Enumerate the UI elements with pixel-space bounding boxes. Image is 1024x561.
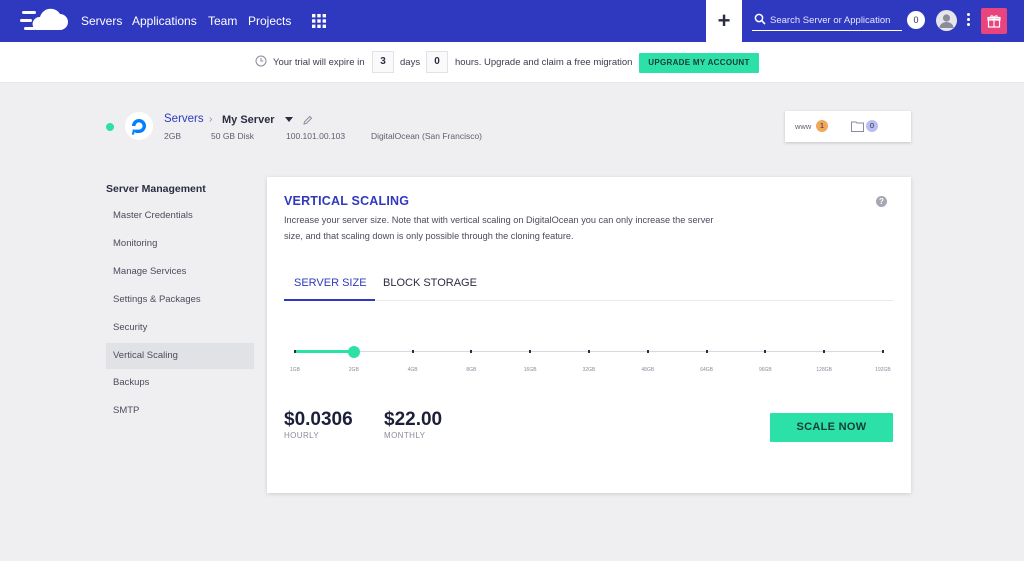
nav-applications[interactable]: Applications <box>132 14 197 28</box>
apps-grid-icon[interactable] <box>312 14 326 28</box>
server-ram: 2GB <box>164 131 182 141</box>
kebab-menu-icon[interactable] <box>967 13 971 29</box>
nav-projects[interactable]: Projects <box>248 14 291 28</box>
tab-server-size[interactable]: SERVER SIZE <box>294 277 367 289</box>
www-count-badge[interactable]: 1 <box>816 120 828 132</box>
slider-tick[interactable] <box>823 350 826 353</box>
sidebar-item-security[interactable]: Security <box>106 315 254 341</box>
pencil-icon[interactable] <box>303 115 313 125</box>
sidebar-item-master-credentials[interactable]: Master Credentials <box>106 203 254 229</box>
slider-size-label: 64GB <box>700 367 713 373</box>
slider-size-label: 48GB <box>641 367 655 373</box>
breadcrumb-separator: › <box>209 114 213 125</box>
card-title: VERTICAL SCALING <box>284 194 410 208</box>
user-icon <box>939 14 954 28</box>
slider-thumb[interactable] <box>347 346 360 358</box>
search-box <box>752 9 902 31</box>
sidebar-item-vertical-scaling[interactable]: Vertical Scaling <box>106 343 254 369</box>
files-count-badge[interactable]: 0 <box>866 120 878 132</box>
slider-size-label: 96GB <box>758 367 772 373</box>
hourly-price: $0.0306 <box>284 409 353 430</box>
sidebar-item-monitoring[interactable]: Monitoring <box>106 231 254 257</box>
slider-size-label: 2GB <box>348 367 359 373</box>
monthly-label: MONTHLY <box>384 431 426 440</box>
www-label: www <box>795 122 812 131</box>
notification-badge[interactable]: 0 <box>907 11 925 29</box>
slider-tick[interactable] <box>646 350 649 353</box>
gift-button[interactable] <box>981 8 1007 34</box>
slider-tick[interactable] <box>764 350 767 353</box>
add-button[interactable]: + <box>706 0 742 42</box>
trial-days-label: days <box>400 57 421 68</box>
card-description: Increase your server size. Note that wit… <box>284 215 714 241</box>
slider-tick[interactable] <box>529 350 532 353</box>
slider-size-label: 192GB <box>875 367 891 373</box>
server-status-dot <box>106 123 114 131</box>
nav-team[interactable]: Team <box>208 14 237 28</box>
sidebar-item-manage-services[interactable]: Manage Services <box>106 259 254 285</box>
slider-tick[interactable] <box>411 350 414 353</box>
upgrade-account-button[interactable]: UPGRADE MY ACCOUNT <box>639 53 759 73</box>
sidebar-title: Server Management <box>106 183 206 195</box>
vertical-scaling-card: VERTICAL SCALING ? Increase your server … <box>267 177 911 493</box>
slider-size-label: 32GB <box>582 367 596 373</box>
server-stats-card: www 1 0 <box>785 111 911 142</box>
slider-tick[interactable] <box>882 350 884 353</box>
active-tab-underline <box>284 299 375 301</box>
server-size-slider[interactable]: 1GB 2GB 4GB 8GB 16GB 32GB 48GB 64GB 96GB 128GB 192… <box>290 345 891 375</box>
scaling-tabs: SERVER SIZE BLOCK STORAGE <box>284 270 894 301</box>
slider-tick[interactable] <box>294 350 296 353</box>
sidebar-item-smtp[interactable]: SMTP <box>106 398 254 424</box>
slider-tick[interactable] <box>705 350 708 353</box>
slider-size-label: 128GB <box>816 367 832 373</box>
trial-days-value: 3 <box>372 51 394 73</box>
slider-size-label: 16GB <box>523 367 537 373</box>
slider-size-label: 1GB <box>289 367 300 373</box>
hourly-label: HOURLY <box>284 431 320 440</box>
digitalocean-logo-icon <box>132 119 146 135</box>
trial-banner: Your trial will expire in 3 days 0 hours… <box>0 42 1024 83</box>
sidebar-item-settings-packages[interactable]: Settings & Packages <box>106 287 254 313</box>
trial-text-before: Your trial will expire in <box>273 57 365 68</box>
monthly-price: $22.00 <box>384 409 443 430</box>
server-disk: 50 GB Disk <box>211 131 254 141</box>
slider-size-label: 8GB <box>466 367 477 373</box>
nav-servers[interactable]: Servers <box>81 14 122 28</box>
provider-logo <box>125 112 153 140</box>
server-provider: DigitalOcean (San Francisco) <box>371 131 483 141</box>
server-name: My Server <box>222 114 275 126</box>
slider-tick[interactable] <box>470 350 473 353</box>
gift-icon <box>987 15 1001 28</box>
trial-hours-value: 0 <box>426 51 448 73</box>
server-ip: 100.101.00.103 <box>286 131 346 141</box>
scale-now-button[interactable]: SCALE NOW <box>770 413 893 442</box>
search-icon <box>754 13 766 25</box>
folder-icon <box>851 121 864 132</box>
top-navbar: Servers Applications Team Projects + 0 <box>0 0 1024 42</box>
avatar[interactable] <box>936 10 957 31</box>
trial-hours-text: hours. Upgrade and claim a free migratio… <box>455 57 633 68</box>
clock-icon <box>255 55 267 67</box>
server-switcher-chevron-down-icon[interactable] <box>285 117 293 122</box>
slider-size-label: 4GB <box>407 367 418 373</box>
breadcrumb-servers-link[interactable]: Servers <box>164 113 204 125</box>
slider-tick[interactable] <box>588 350 590 353</box>
tab-block-storage[interactable]: BLOCK STORAGE <box>383 277 477 289</box>
sidebar-item-backups[interactable]: Backups <box>106 370 254 396</box>
search-input[interactable] <box>770 12 900 28</box>
help-icon[interactable]: ? <box>876 196 887 207</box>
logo-cloud-icon[interactable] <box>20 8 68 34</box>
slider-fill <box>295 350 354 353</box>
